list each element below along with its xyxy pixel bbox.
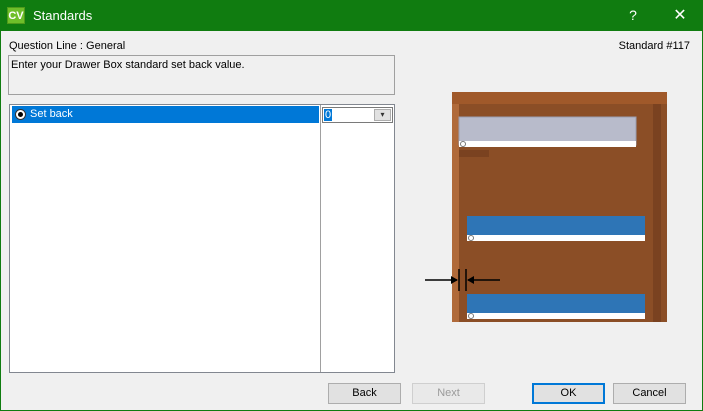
cabinet-top xyxy=(452,92,667,104)
app-logo-icon: CV xyxy=(7,7,25,24)
standard-number-label: Standard #117 xyxy=(618,40,690,52)
cabinet-right-side xyxy=(653,104,661,322)
close-button[interactable]: ✕ xyxy=(657,0,703,31)
ok-button[interactable]: OK xyxy=(532,383,605,404)
slide-wheel-icon xyxy=(468,235,474,241)
back-button[interactable]: Back xyxy=(328,383,401,404)
chevron-down-icon[interactable]: ▾ xyxy=(374,109,391,121)
column-divider xyxy=(320,105,321,372)
help-button[interactable]: ? xyxy=(610,0,656,31)
option-row-set-back[interactable]: Set back xyxy=(12,106,319,123)
top-drawer-slide xyxy=(459,141,636,147)
option-label: Set back xyxy=(30,108,73,120)
next-button[interactable]: Next xyxy=(412,383,485,404)
title-bar: CV Standards ? ✕ xyxy=(0,0,703,31)
description-box: Enter your Drawer Box standard set back … xyxy=(8,55,395,95)
cabinet-left-side xyxy=(452,104,459,322)
bottom-drawer-slide xyxy=(467,313,645,319)
middle-drawer-slide xyxy=(467,235,645,241)
set-back-value-input[interactable]: 0 xyxy=(324,109,333,121)
cancel-button[interactable]: Cancel xyxy=(613,383,686,404)
description-text: Enter your Drawer Box standard set back … xyxy=(11,59,245,71)
options-grid: Set back 0 ▾ xyxy=(9,104,395,373)
drawer-setback-diagram xyxy=(425,92,667,322)
radio-selected-icon[interactable] xyxy=(15,109,26,120)
question-line-label: Question Line : General xyxy=(9,40,126,52)
slide-wheel-icon xyxy=(460,141,466,147)
slide-wheel-icon xyxy=(468,313,474,319)
window-title: Standards xyxy=(33,8,93,23)
top-drawer xyxy=(458,116,637,146)
top-drawer-shelf xyxy=(459,150,489,157)
set-back-value-combo[interactable]: 0 ▾ xyxy=(322,107,393,123)
